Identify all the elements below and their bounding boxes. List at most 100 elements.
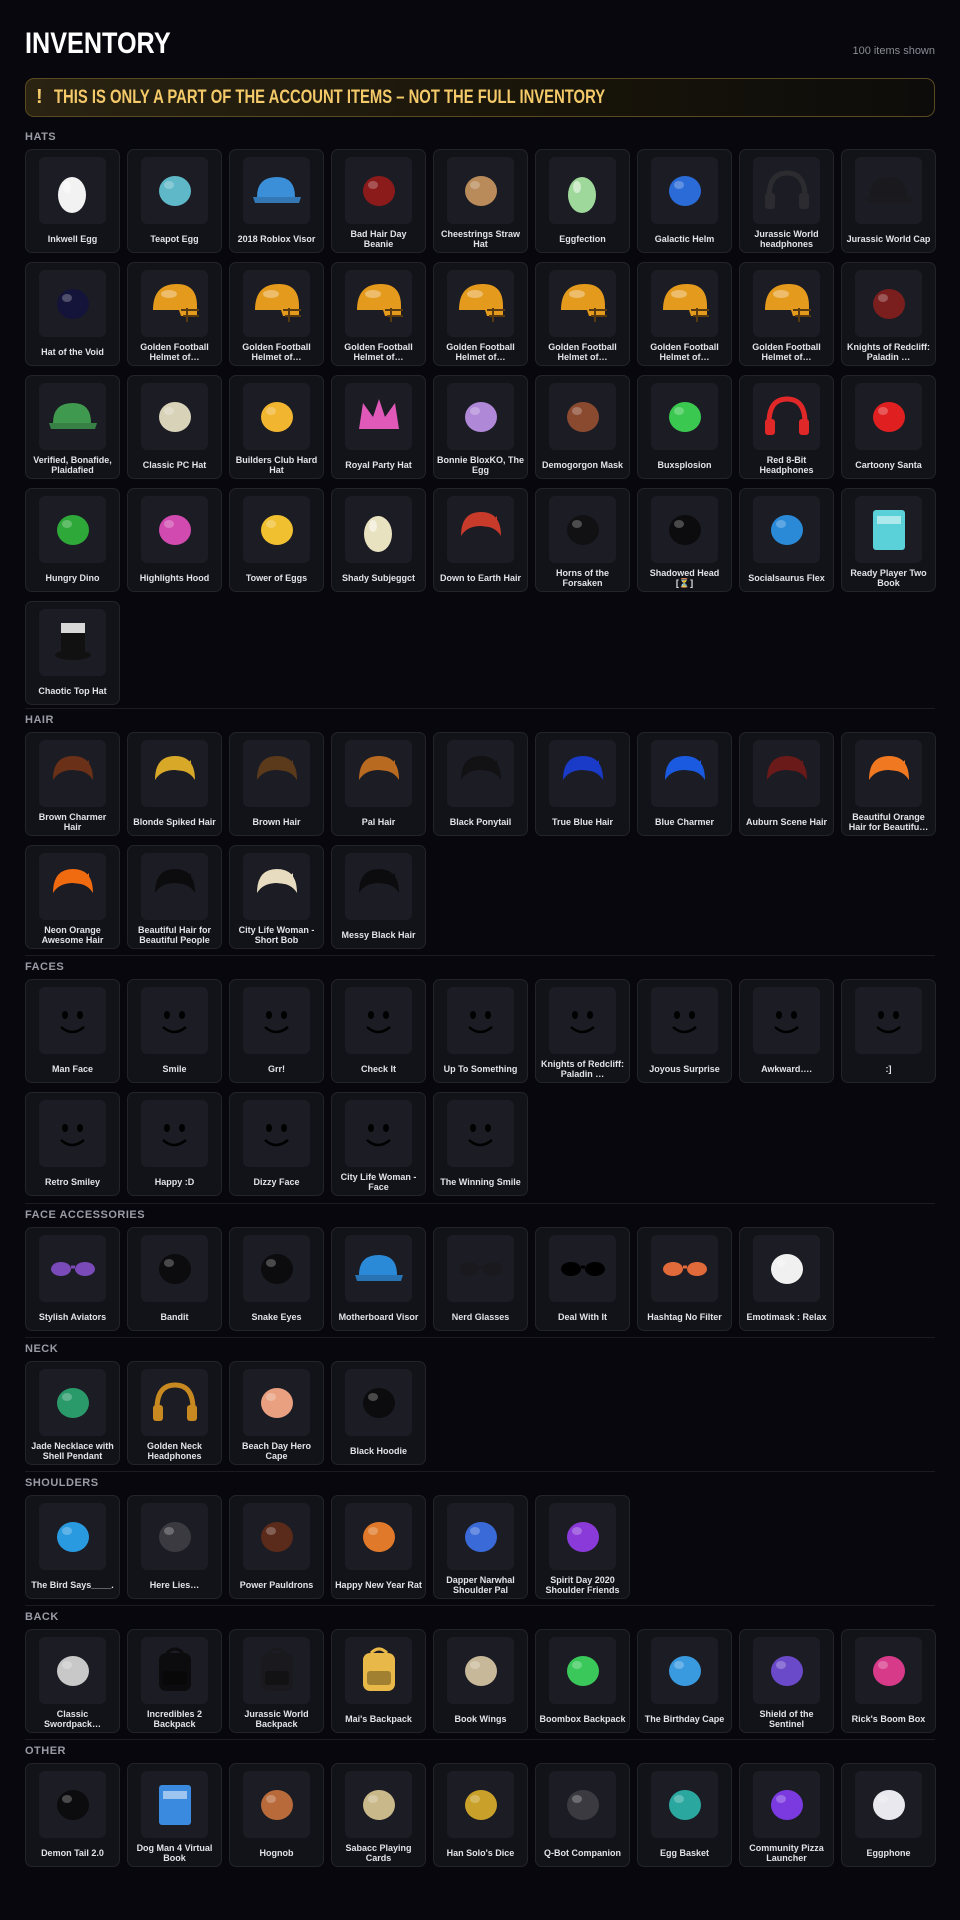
item-card[interactable]: Knights of Redcliff: Paladin … [535,979,630,1083]
item-card[interactable]: Motherboard Visor [331,1227,426,1331]
item-card[interactable]: Egg Basket [637,1763,732,1867]
item-card[interactable]: Brown Charmer Hair [25,732,120,836]
item-card[interactable]: Classic PC Hat [127,375,222,479]
item-card[interactable]: Joyous Surprise [637,979,732,1083]
item-card[interactable]: Golden Football Helmet of… [433,262,528,366]
item-card[interactable]: Community Pizza Launcher [739,1763,834,1867]
item-card[interactable]: Dapper Narwhal Shoulder Pal [433,1495,528,1599]
item-card[interactable]: Verified, Bonafide, Plaidafied [25,375,120,479]
item-card[interactable]: City Life Woman - Short Bob [229,845,324,949]
item-card[interactable]: Black Ponytail [433,732,528,836]
item-card[interactable]: Incredibles 2 Backpack [127,1629,222,1733]
item-card[interactable]: Golden Neck Headphones [127,1361,222,1465]
item-card[interactable]: Snake Eyes [229,1227,324,1331]
item-card[interactable]: Bandit [127,1227,222,1331]
item-card[interactable]: Man Face [25,979,120,1083]
item-card[interactable]: Eggfection [535,149,630,253]
item-card[interactable]: Happy :D [127,1092,222,1196]
item-card[interactable]: The Bird Says____. [25,1495,120,1599]
item-card[interactable]: Golden Football Helmet of… [637,262,732,366]
item-card[interactable]: Brown Hair [229,732,324,836]
item-card[interactable]: Messy Black Hair [331,845,426,949]
item-card[interactable]: Dizzy Face [229,1092,324,1196]
item-card[interactable]: Hat of the Void [25,262,120,366]
item-card[interactable]: Inkwell Egg [25,149,120,253]
item-card[interactable]: Builders Club Hard Hat [229,375,324,479]
item-card[interactable]: Demon Tail 2.0 [25,1763,120,1867]
item-card[interactable]: Jade Necklace with Shell Pendant [25,1361,120,1465]
item-card[interactable]: Horns of the Forsaken [535,488,630,592]
item-card[interactable]: Happy New Year Rat [331,1495,426,1599]
item-card[interactable]: Smile [127,979,222,1083]
item-card[interactable]: Cartoony Santa [841,375,936,479]
item-card[interactable]: Golden Football Helmet of… [739,262,834,366]
item-card[interactable]: Ready Player Two Book [841,488,936,592]
item-card[interactable]: Mai's Backpack [331,1629,426,1733]
item-card[interactable]: Pal Hair [331,732,426,836]
item-card[interactable]: Blue Charmer [637,732,732,836]
item-card[interactable]: Deal With It [535,1227,630,1331]
item-card[interactable]: Spirit Day 2020 Shoulder Friends [535,1495,630,1599]
item-card[interactable]: Rick's Boom Box [841,1629,936,1733]
item-card[interactable]: The Winning Smile [433,1092,528,1196]
item-card[interactable]: Han Solo's Dice [433,1763,528,1867]
item-card[interactable]: Red 8-Bit Headphones [739,375,834,479]
item-card[interactable]: Stylish Aviators [25,1227,120,1331]
item-card[interactable]: Socialsaurus Flex [739,488,834,592]
item-card[interactable]: Chaotic Top Hat [25,601,120,705]
item-card[interactable]: Hungry Dino [25,488,120,592]
item-card[interactable]: Golden Football Helmet of… [331,262,426,366]
item-card[interactable]: Auburn Scene Hair [739,732,834,836]
item-card[interactable]: True Blue Hair [535,732,630,836]
item-card[interactable]: Q-Bot Companion [535,1763,630,1867]
item-card[interactable]: Boombox Backpack [535,1629,630,1733]
item-card[interactable]: Up To Something [433,979,528,1083]
item-card[interactable]: Blonde Spiked Hair [127,732,222,836]
item-card[interactable]: Awkward…. [739,979,834,1083]
item-card[interactable]: 2018 Roblox Visor [229,149,324,253]
item-card[interactable]: City Life Woman - Face [331,1092,426,1196]
item-card[interactable]: Classic Swordpack… [25,1629,120,1733]
item-card[interactable]: Galactic Helm [637,149,732,253]
item-card[interactable]: Shield of the Sentinel [739,1629,834,1733]
item-card[interactable]: Emotimask : Relax [739,1227,834,1331]
item-card[interactable]: Jurassic World Backpack [229,1629,324,1733]
item-card[interactable]: Grr! [229,979,324,1083]
item-card[interactable]: Sabacc Playing Cards [331,1763,426,1867]
item-card[interactable]: Here Lies… [127,1495,222,1599]
item-card[interactable]: Golden Football Helmet of… [127,262,222,366]
item-card[interactable]: Hashtag No Filter [637,1227,732,1331]
item-card[interactable]: Dog Man 4 Virtual Book [127,1763,222,1867]
item-card[interactable]: Retro Smiley [25,1092,120,1196]
item-card[interactable]: Eggphone [841,1763,936,1867]
item-card[interactable]: Teapot Egg [127,149,222,253]
item-card[interactable]: Buxsplosion [637,375,732,479]
item-card[interactable]: Golden Football Helmet of… [535,262,630,366]
item-card[interactable]: Hognob [229,1763,324,1867]
item-card[interactable]: Bad Hair Day Beanie [331,149,426,253]
item-card[interactable]: Beautiful Hair for Beautiful People [127,845,222,949]
item-card[interactable]: Bonnie BloxKO, The Egg [433,375,528,479]
item-card[interactable]: Book Wings [433,1629,528,1733]
item-card[interactable]: Nerd Glasses [433,1227,528,1331]
item-card[interactable]: Cheestrings Straw Hat [433,149,528,253]
item-card[interactable]: Highlights Hood [127,488,222,592]
item-card[interactable]: Golden Football Helmet of… [229,262,324,366]
item-card[interactable]: Royal Party Hat [331,375,426,479]
item-card[interactable]: Demogorgon Mask [535,375,630,479]
item-card[interactable]: Jurassic World Cap [841,149,936,253]
item-card[interactable]: Jurassic World headphones [739,149,834,253]
item-card[interactable]: Black Hoodie [331,1361,426,1465]
item-card[interactable]: Power Pauldrons [229,1495,324,1599]
item-card[interactable]: Knights of Redcliff: Paladin … [841,262,936,366]
item-card[interactable]: The Birthday Cape [637,1629,732,1733]
item-card[interactable]: Shadowed Head [⏳] [637,488,732,592]
item-card[interactable]: Shady Subjeggct [331,488,426,592]
item-card[interactable]: Beautiful Orange Hair for Beautifu… [841,732,936,836]
item-card[interactable]: Beach Day Hero Cape [229,1361,324,1465]
item-card[interactable]: Neon Orange Awesome Hair [25,845,120,949]
item-card[interactable]: Check It [331,979,426,1083]
item-card[interactable]: Down to Earth Hair [433,488,528,592]
item-card[interactable]: Tower of Eggs [229,488,324,592]
item-card[interactable]: :] [841,979,936,1083]
